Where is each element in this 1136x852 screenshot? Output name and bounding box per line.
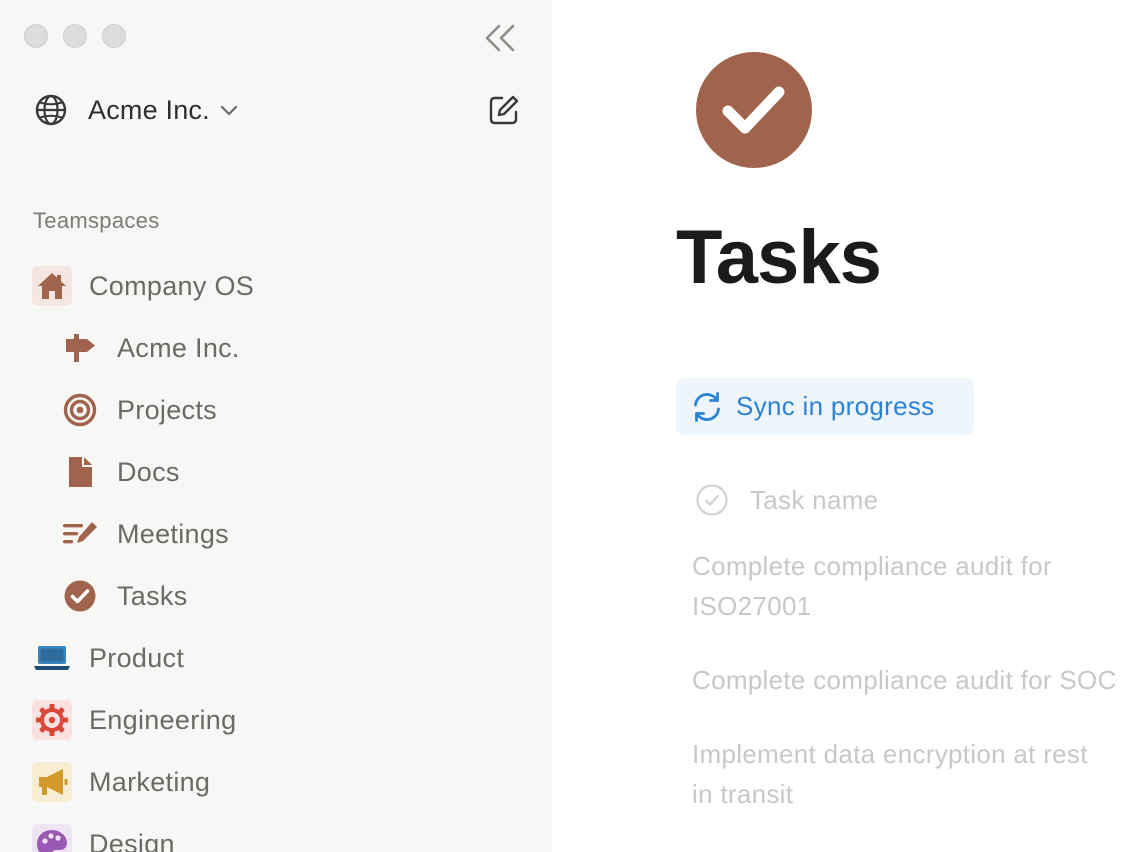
notes-pencil-icon — [60, 514, 100, 554]
sidebar-item-docs[interactable]: Docs — [0, 441, 552, 503]
laptop-icon — [32, 638, 72, 678]
teamspaces-section-label: Teamspaces — [33, 208, 160, 233]
gear-icon — [32, 700, 72, 740]
sidebar-item-label: Projects — [117, 394, 217, 425]
task-name-line: ISO27001 — [692, 591, 812, 621]
collapse-sidebar-button[interactable] — [480, 18, 520, 58]
workspace-switcher[interactable]: Acme Inc. — [34, 88, 238, 132]
check-circle-icon[interactable] — [695, 51, 813, 169]
double-chevron-left-icon — [485, 24, 515, 52]
task-name-line: Implement data encryption at rest — [692, 739, 1088, 769]
task-name-line: in transit — [692, 779, 794, 809]
workspace-name: Acme Inc. — [88, 94, 210, 125]
compose-icon — [489, 95, 519, 125]
task-name-line: Complete compliance audit for — [692, 551, 1052, 581]
sync-icon — [694, 391, 720, 422]
check-circle-icon — [60, 576, 100, 616]
task-row[interactable]: Complete compliance audit for ISO27001 — [692, 546, 1136, 626]
chevron-down-icon — [220, 105, 237, 116]
minimize-window-button[interactable] — [63, 24, 87, 48]
page-title[interactable]: Tasks — [676, 214, 882, 301]
sync-status-text: Sync in progress — [736, 391, 935, 421]
sidebar-item-tasks[interactable]: Tasks — [0, 565, 552, 627]
sidebar-item-label: Design — [89, 828, 175, 852]
sidebar-item-design[interactable]: Design — [0, 813, 552, 852]
sidebar-item-label: Acme Inc. — [117, 332, 240, 363]
sidebar-item-company-os[interactable]: Company OS — [0, 255, 552, 317]
task-name-column-header[interactable]: Task name — [695, 482, 878, 518]
house-icon — [32, 266, 72, 306]
check-circle-outline-icon — [696, 484, 728, 516]
task-row[interactable]: Complete compliance audit for SOC — [692, 660, 1136, 700]
window-controls — [24, 24, 126, 48]
new-page-button[interactable] — [484, 90, 524, 130]
target-icon — [60, 390, 100, 430]
globe-icon — [35, 94, 67, 126]
sidebar-item-projects[interactable]: Projects — [0, 379, 552, 441]
main-content: Tasks Sync in progress Task name Complet… — [552, 0, 1136, 852]
sidebar: Acme Inc. Teamspaces Company OS Acme Inc… — [0, 0, 552, 852]
palette-icon — [32, 824, 72, 852]
task-row[interactable]: Implement data encryption at rest in tra… — [692, 734, 1136, 814]
sidebar-item-label: Docs — [117, 456, 180, 487]
close-window-button[interactable] — [24, 24, 48, 48]
megaphone-icon — [32, 762, 72, 802]
sidebar-item-label: Company OS — [89, 270, 255, 301]
sidebar-item-acme-inc[interactable]: Acme Inc. — [0, 317, 552, 379]
sync-status-badge: Sync in progress — [676, 378, 974, 435]
task-name-line: Complete compliance audit for SOC — [692, 665, 1117, 695]
sidebar-item-label: Engineering — [89, 704, 237, 735]
sidebar-item-label: Tasks — [117, 580, 188, 611]
column-header-label: Task name — [750, 484, 879, 515]
sidebar-item-marketing[interactable]: Marketing — [0, 751, 552, 813]
teamspace-nav: Company OS Acme Inc. Projects Docs Meeti… — [0, 255, 552, 852]
maximize-window-button[interactable] — [102, 24, 126, 48]
sidebar-item-meetings[interactable]: Meetings — [0, 503, 552, 565]
document-icon — [60, 452, 100, 492]
sidebar-item-label: Meetings — [117, 518, 229, 549]
sidebar-item-product[interactable]: Product — [0, 627, 552, 689]
sidebar-item-label: Product — [89, 642, 185, 673]
sidebar-item-engineering[interactable]: Engineering — [0, 689, 552, 751]
sidebar-item-label: Marketing — [89, 766, 211, 797]
signpost-icon — [60, 328, 100, 368]
